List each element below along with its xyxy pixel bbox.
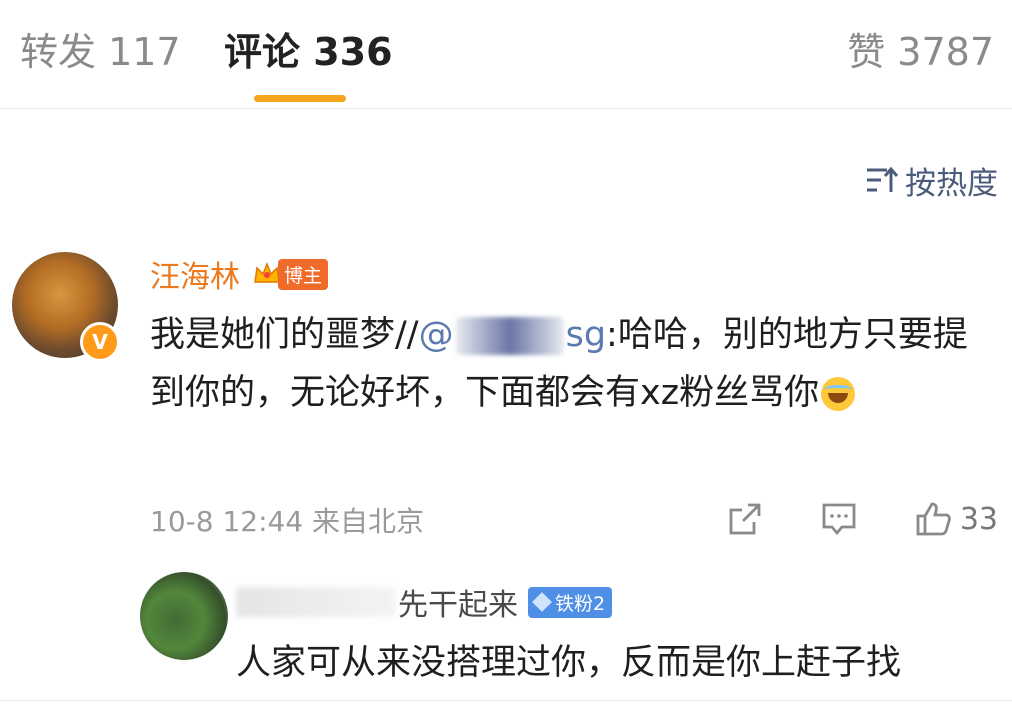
bottom-divider	[0, 700, 1012, 723]
mention-link[interactable]: @ sg	[419, 315, 606, 355]
mention-prefix: @	[418, 315, 454, 355]
tab-comments[interactable]: 评论 336	[224, 28, 393, 76]
tab-likes[interactable]: 赞 3787	[847, 28, 994, 76]
share-icon	[729, 503, 761, 535]
diamond-icon	[532, 592, 552, 612]
blogger-badge-label: 博主	[278, 258, 329, 290]
active-tab-indicator	[254, 95, 346, 102]
fan-badge-label: 铁粉2	[555, 592, 606, 615]
redacted-mention	[455, 317, 564, 355]
tab-bar: 转发 117 评论 336 赞 3787	[0, 0, 1012, 109]
like-button[interactable]: 33	[914, 500, 998, 538]
reply-button[interactable]	[820, 500, 858, 538]
tab-reposts[interactable]: 转发 117	[20, 28, 181, 76]
reply-header: 先干起来 铁粉2	[236, 580, 613, 624]
comment-meta: 10-8 12:44 来自北京	[150, 500, 424, 540]
blogger-badge: 博主	[252, 258, 329, 290]
thumbs-up-icon	[916, 502, 951, 536]
comment-timestamp: 10-8 12:44	[150, 505, 304, 538]
reply-body: 人家可从来没搭理过你，反而是你上赶子找	[236, 643, 902, 683]
sort-label: 按热度	[905, 165, 998, 202]
share-button[interactable]	[726, 500, 764, 538]
comment-username[interactable]: 汪海林	[150, 252, 240, 296]
like-count: 33	[959, 501, 998, 537]
redacted-username	[236, 587, 396, 617]
comment-header: 汪海林 博主	[150, 252, 329, 296]
laugh-cry-emoji-icon	[821, 377, 856, 411]
verified-icon: V	[80, 322, 120, 362]
comment-text-before: 我是她们的噩梦//	[150, 315, 419, 355]
comment-actions: 33	[670, 500, 998, 538]
sort-button[interactable]: 按热度	[865, 160, 998, 202]
fan-badge: 铁粉2	[528, 586, 613, 618]
comment-body: 我是她们的噩梦//@ sg:哈哈，别的地方只要提到你的，无论好坏，下面都会有xz粉…	[150, 306, 990, 422]
comment-icon	[822, 503, 856, 536]
mention-suffix: sg	[565, 315, 607, 355]
reply-username[interactable]: 先干起来	[398, 580, 518, 624]
sort-icon	[867, 166, 899, 192]
reply-avatar[interactable]	[140, 572, 228, 660]
comment-location: 来自北京	[312, 505, 425, 538]
